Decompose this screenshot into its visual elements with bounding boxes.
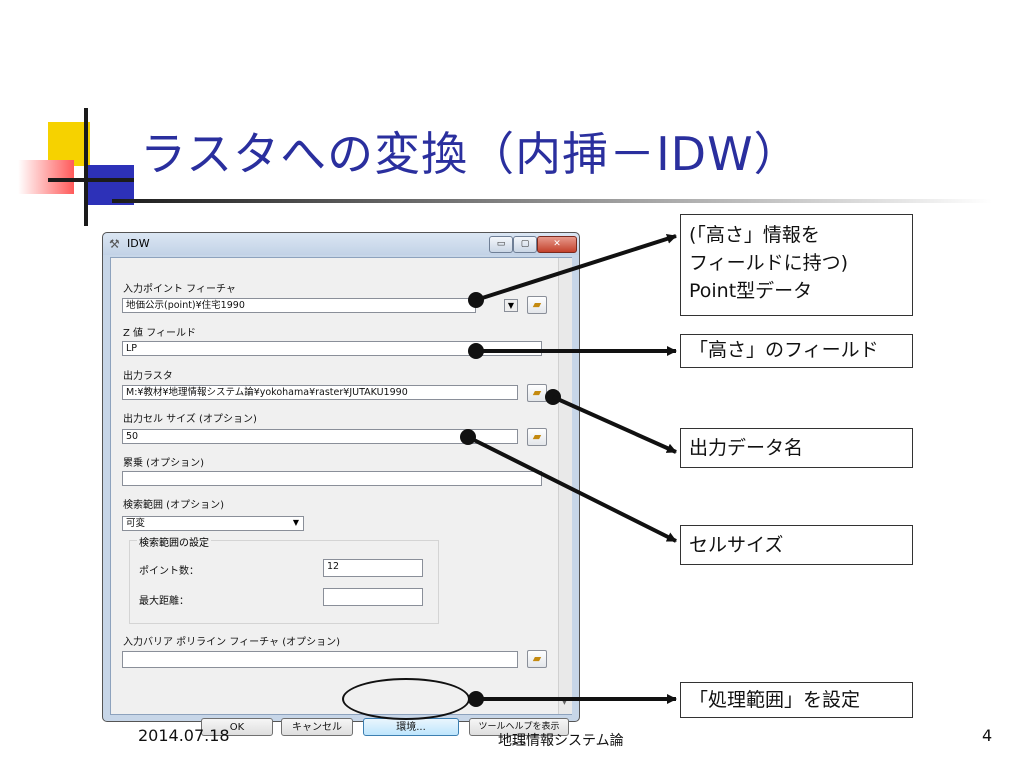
callout-cell-size: セルサイズ (680, 525, 913, 565)
footer-date: 2014.07.18 (138, 726, 230, 745)
arrow-cell-size (460, 429, 677, 543)
callout-height-info: (「高さ」情報を フィールドに持つ) Point型データ (680, 214, 913, 316)
arrow-height-field (468, 343, 677, 359)
callout-output-name: 出力データ名 (680, 428, 913, 468)
callout-height-info-line3: Point型データ (689, 280, 813, 302)
arrow-output-name (545, 389, 677, 454)
arrow-processing-extent (468, 691, 677, 707)
footer-course-name: 地理情報システム論 (498, 733, 624, 749)
callout-height-info-line1: (「高さ」情報を (689, 224, 820, 246)
callout-processing-extent: 「処理範囲」を設定 (680, 682, 913, 718)
annotation-arrows (460, 233, 677, 707)
page-number: 4 (982, 726, 993, 745)
callout-height-info-line2: フィールドに持つ) (689, 252, 849, 274)
arrow-height-info (468, 233, 677, 308)
callout-height-field: 「高さ」のフィールド (680, 334, 913, 368)
